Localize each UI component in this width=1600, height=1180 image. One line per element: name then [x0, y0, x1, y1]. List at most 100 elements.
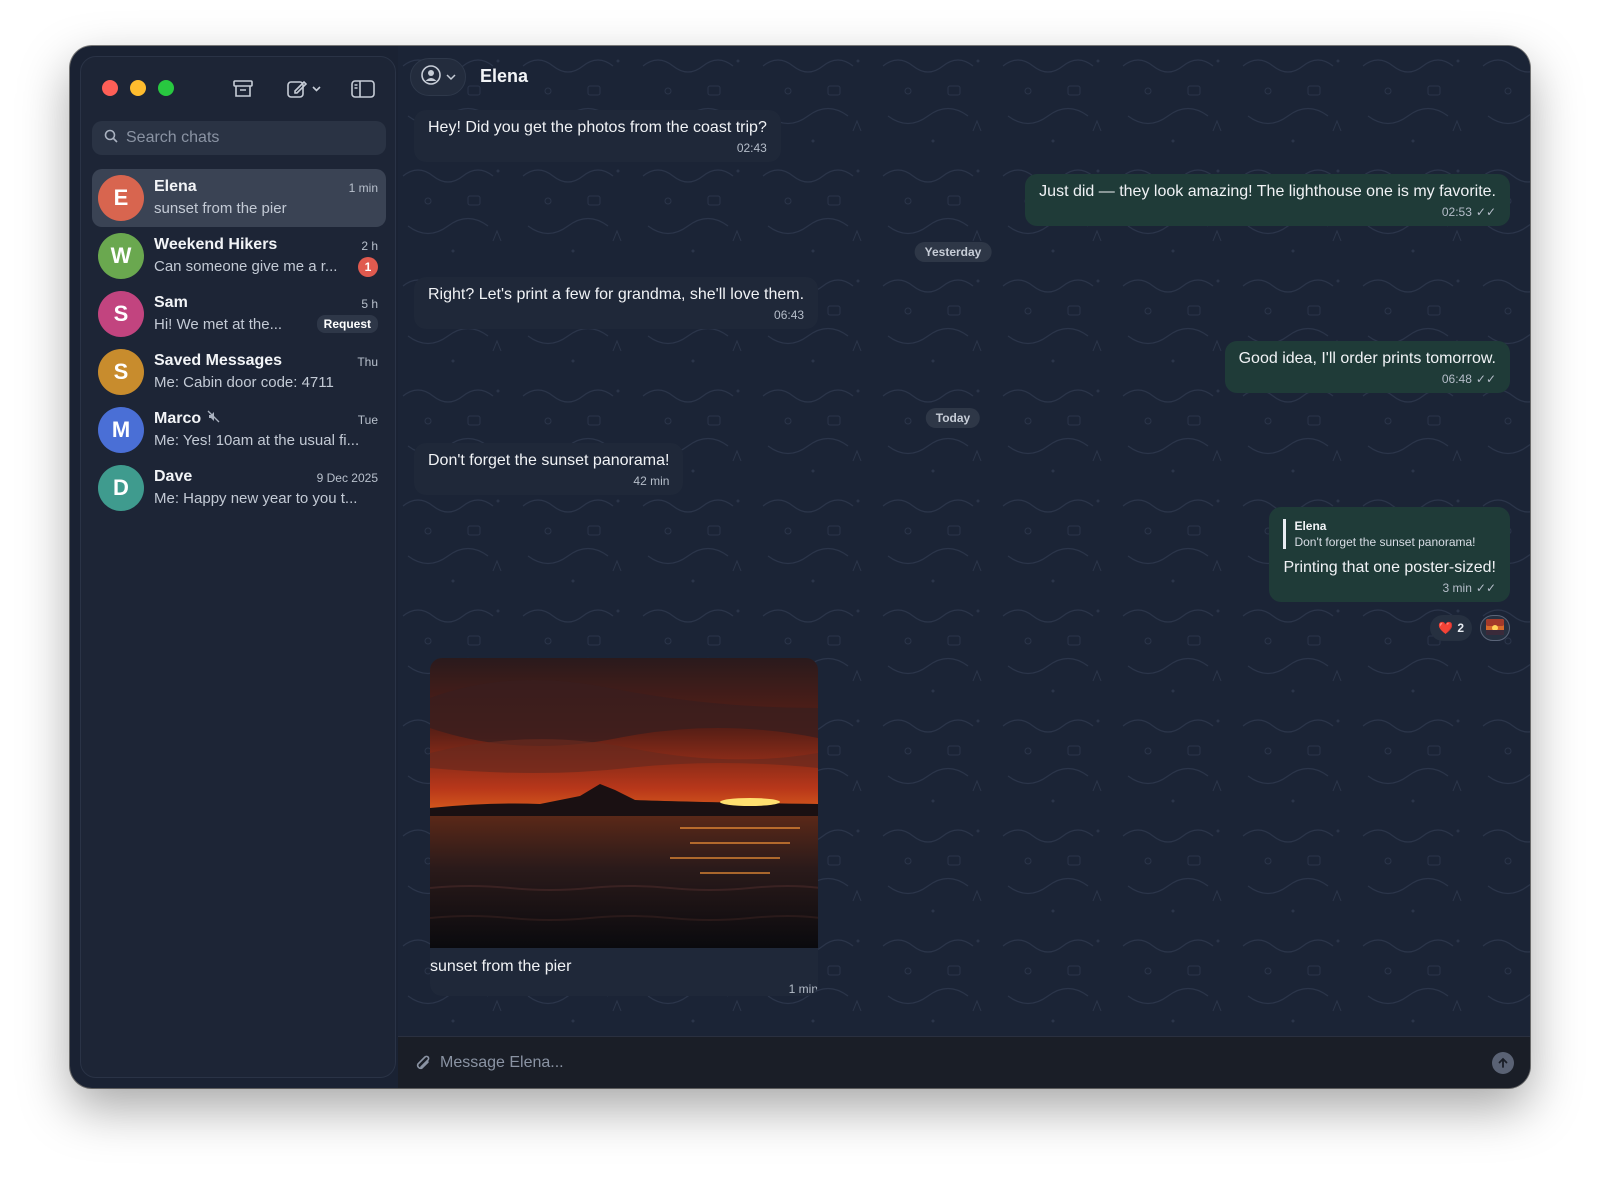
message-text: Printing that one poster-sized!	[1283, 559, 1496, 576]
unread-badge: 1	[358, 257, 378, 277]
chat-name-text: Elena	[154, 178, 197, 195]
chat-time: Thu	[357, 355, 378, 369]
sunset-sticker-icon	[1485, 618, 1505, 639]
chat-preview: Me: Happy new year to you t...	[154, 490, 358, 507]
chat-time: 1 min	[348, 181, 378, 195]
reactions: ❤️ 2	[1430, 615, 1510, 641]
chat-time: Tue	[357, 413, 378, 427]
message-meta: 02:43	[428, 141, 767, 155]
chat-preview: Me: Cabin door code: 4711	[154, 374, 334, 391]
message-meta: 3 min ✓✓	[1283, 581, 1496, 595]
chat-preview: Me: Yes! 10am at the usual fi...	[154, 432, 360, 449]
search-icon	[104, 129, 118, 148]
message-time: 06:43	[774, 308, 805, 322]
message-outgoing[interactable]: Good idea, I'll order prints tomorrow. 0…	[1224, 341, 1510, 393]
reply-quote[interactable]: Elena Don't forget the sunset panorama!	[1283, 519, 1496, 549]
chat-name: Saved Messages	[154, 352, 282, 370]
archive-icon[interactable]	[231, 77, 255, 101]
app-window: E Elena 1 min sunset from the pier W Wee…	[70, 46, 1530, 1088]
message-time: 3 min	[1442, 581, 1472, 595]
chat-preview: sunset from the pier	[154, 200, 287, 217]
avatar: S	[98, 291, 144, 337]
message-time: 1 min	[788, 982, 818, 996]
message-outgoing[interactable]: Just did — they look amazing! The lighth…	[1025, 174, 1510, 226]
chat-name: Marco	[154, 410, 220, 428]
chat-item-elena[interactable]: E Elena 1 min sunset from the pier	[92, 169, 386, 227]
message-text: Right? Let's print a few for grandma, sh…	[428, 286, 805, 303]
message-composer	[398, 1036, 1530, 1088]
avatar: M	[98, 407, 144, 453]
chat-name-text: Weekend Hikers	[154, 236, 278, 253]
window-controls	[102, 80, 174, 96]
chat-time: 2 h	[361, 239, 378, 253]
profile-menu-button[interactable]	[410, 58, 466, 96]
message-incoming[interactable]: Hey! Did you get the photos from the coa…	[414, 110, 781, 162]
reaction-heart[interactable]: ❤️ 2	[1430, 615, 1472, 641]
message-meta: 06:48 ✓✓	[1239, 372, 1496, 386]
read-check-icon: ✓✓	[1475, 372, 1496, 386]
date-separator: Today	[925, 408, 981, 428]
message-text: Hey! Did you get the photos from the coa…	[428, 119, 767, 136]
chat-preview: Can someone give me a r...	[154, 258, 338, 275]
search-box[interactable]	[92, 121, 386, 155]
message-incoming[interactable]: Don't forget the sunset panorama! 42 min	[414, 443, 684, 495]
message-outgoing-reply[interactable]: Elena Don't forget the sunset panorama! …	[1269, 507, 1510, 602]
zoom-window-button[interactable]	[158, 80, 174, 96]
chat-area: Elena Hey! Did you get the photos from t…	[398, 46, 1530, 1088]
chat-name-text: Sam	[154, 294, 188, 311]
chat-name: Dave	[154, 468, 192, 486]
search-input[interactable]	[126, 129, 366, 147]
message-meta: 02:53 ✓✓	[1039, 205, 1496, 219]
reaction-sticker[interactable]	[1480, 615, 1510, 641]
send-arrow-icon[interactable]	[1492, 1052, 1514, 1074]
heart-icon: ❤️	[1438, 621, 1454, 635]
chat-item-weekend-hikers[interactable]: W Weekend Hikers 2 h Can someone give me…	[92, 227, 386, 285]
chat-item-dave[interactable]: D Dave 9 Dec 2025 Me: Happy new year to …	[92, 459, 386, 517]
muted-icon	[207, 410, 220, 428]
message-time: 06:48	[1441, 372, 1472, 386]
sidebar-toggle-icon[interactable]	[351, 77, 375, 101]
chat-time: 9 Dec 2025	[316, 471, 378, 485]
message-meta: 42 min	[428, 474, 669, 488]
chat-preview: Hi! We met at the...	[154, 316, 283, 333]
message-meta: 06:43	[428, 308, 804, 322]
chat-name: Elena	[154, 178, 197, 196]
message-text: Don't forget the sunset panorama!	[428, 452, 670, 469]
message-input[interactable]	[440, 1050, 1440, 1076]
chat-name-text: Marco	[154, 410, 202, 427]
compose-icon[interactable]	[285, 77, 325, 101]
sunset-photo[interactable]	[430, 658, 818, 948]
message-incoming[interactable]: Right? Let's print a few for grandma, sh…	[414, 277, 819, 329]
chat-item-sam[interactable]: S Sam 5 h Hi! We met at the... Request	[92, 285, 386, 343]
avatar: E	[98, 175, 144, 221]
message-photo[interactable]: sunset from the pier 1 min	[430, 658, 818, 996]
chat-name-text: Dave	[154, 468, 193, 485]
avatar: S	[98, 349, 144, 395]
date-separator: Yesterday	[914, 242, 992, 262]
chat-name-text: Saved Messages	[154, 352, 283, 369]
chat-item-marco[interactable]: M Marco Tue Me: Yes! 10am at the usual f…	[92, 401, 386, 459]
chat-title: Elena	[480, 66, 529, 86]
chat-name: Weekend Hikers	[154, 236, 277, 254]
paperclip-icon[interactable]	[414, 1053, 432, 1078]
message-text: Just did — they look amazing! The lighth…	[1039, 183, 1496, 200]
read-check-icon: ✓✓	[1475, 581, 1496, 595]
avatar: W	[98, 233, 144, 279]
close-window-button[interactable]	[102, 80, 118, 96]
photo-caption-area: sunset from the pier 1 min	[430, 948, 818, 996]
message-time: 02:43	[736, 141, 767, 155]
reaction-count: 2	[1457, 621, 1464, 635]
user-circle-icon	[420, 64, 442, 91]
message-time: 02:53	[1441, 205, 1472, 219]
sidebar: E Elena 1 min sunset from the pier W Wee…	[80, 56, 396, 1078]
request-badge: Request	[316, 315, 378, 333]
chat-time: 5 h	[361, 297, 378, 311]
chevron-down-icon	[446, 68, 456, 86]
message-time: 42 min	[633, 474, 670, 488]
photo-caption: sunset from the pier	[430, 958, 572, 975]
chat-item-saved-messages[interactable]: S Saved Messages Thu Me: Cabin door code…	[92, 343, 386, 401]
avatar: D	[98, 465, 144, 511]
chat-list: E Elena 1 min sunset from the pier W Wee…	[92, 169, 386, 517]
minimize-window-button[interactable]	[130, 80, 146, 96]
message-text: Good idea, I'll order prints tomorrow.	[1238, 350, 1496, 367]
